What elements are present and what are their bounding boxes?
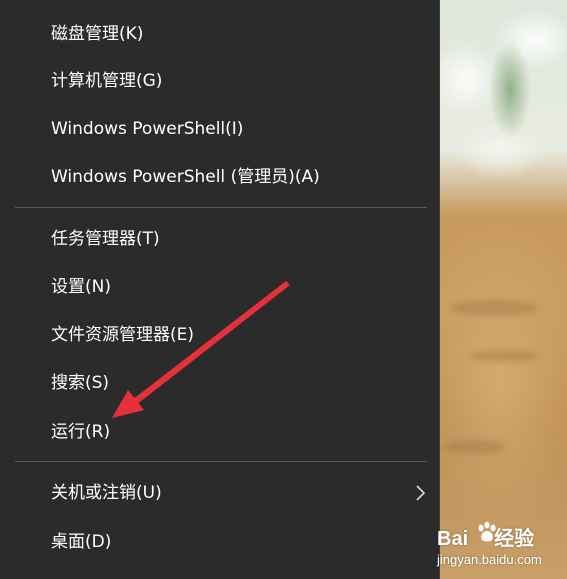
menu-item-computer-management[interactable]: 计算机管理(G) bbox=[0, 59, 439, 103]
menu-item-label: 运行(R) bbox=[51, 422, 111, 442]
menu-item-label: 磁盘管理(K) bbox=[51, 24, 144, 44]
watermark-brand-left: Bai bbox=[437, 528, 469, 550]
menu-item-label: Windows PowerShell(I) bbox=[51, 119, 244, 139]
watermark-brand-right: 经验 bbox=[494, 528, 535, 550]
wallpaper-detail bbox=[450, 300, 540, 316]
menu-item-settings[interactable]: 设置(N) bbox=[0, 265, 439, 309]
winx-context-menu: 磁盘管理(K) 计算机管理(G) Windows PowerShell(I) W… bbox=[0, 0, 440, 579]
menu-item-file-explorer[interactable]: 文件资源管理器(E) bbox=[0, 313, 439, 357]
desktop-wallpaper bbox=[440, 0, 567, 579]
menu-item-label: 搜索(S) bbox=[51, 373, 110, 393]
chevron-right-icon bbox=[416, 485, 426, 501]
menu-item-label: 桌面(D) bbox=[51, 532, 112, 552]
baidu-jingyan-watermark: Bai 经验 jingyan.baidu.com bbox=[437, 518, 565, 576]
paw-icon bbox=[478, 521, 496, 542]
menu-item-label: 计算机管理(G) bbox=[51, 71, 163, 91]
wallpaper-detail bbox=[470, 350, 540, 362]
watermark-url: jingyan.baidu.com bbox=[437, 552, 542, 567]
menu-item-run[interactable]: 运行(R) bbox=[0, 410, 439, 454]
wallpaper-detail bbox=[445, 440, 505, 454]
menu-item-label: 任务管理器(T) bbox=[51, 229, 160, 249]
menu-separator bbox=[15, 207, 427, 208]
menu-item-powershell-admin[interactable]: Windows PowerShell (管理员)(A) bbox=[0, 155, 439, 199]
menu-item-task-manager[interactable]: 任务管理器(T) bbox=[0, 217, 439, 261]
menu-item-disk-management[interactable]: 磁盘管理(K) bbox=[0, 12, 439, 56]
menu-item-desktop[interactable]: 桌面(D) bbox=[0, 520, 439, 564]
menu-item-label: 关机或注销(U) bbox=[51, 483, 162, 503]
menu-item-shutdown-signout[interactable]: 关机或注销(U) bbox=[0, 471, 439, 515]
menu-item-powershell[interactable]: Windows PowerShell(I) bbox=[0, 107, 439, 151]
menu-separator bbox=[15, 461, 427, 462]
menu-item-label: 文件资源管理器(E) bbox=[51, 325, 195, 345]
menu-item-label: Windows PowerShell (管理员)(A) bbox=[51, 167, 320, 187]
menu-item-label: 设置(N) bbox=[51, 277, 111, 297]
menu-item-search[interactable]: 搜索(S) bbox=[0, 361, 439, 405]
